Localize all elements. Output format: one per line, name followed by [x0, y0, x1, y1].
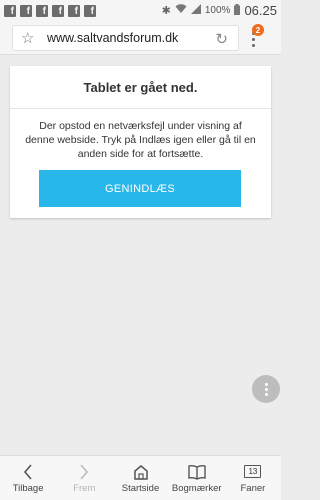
- facebook-icon: f: [36, 4, 48, 17]
- nav-forward[interactable]: Frem: [56, 456, 112, 500]
- bottom-nav: Tilbage Frem Startside Bogmærker 13 Fane…: [0, 455, 281, 500]
- floating-more-button[interactable]: [252, 375, 280, 403]
- facebook-icon: f: [68, 4, 80, 17]
- address-field[interactable]: ☆ www.saltvandsforum.dk ↻: [12, 25, 239, 51]
- book-icon: [188, 463, 206, 481]
- nav-bookmarks[interactable]: Bogmærker: [169, 456, 225, 500]
- reload-button[interactable]: GENINDLÆS: [39, 170, 241, 207]
- menu-badge: 2: [252, 24, 264, 36]
- nav-back[interactable]: Tilbage: [0, 456, 56, 500]
- bluetooth-icon: ✱: [161, 5, 171, 17]
- star-icon[interactable]: ☆: [21, 29, 37, 47]
- nav-tabs[interactable]: 13 Faner: [225, 456, 281, 500]
- facebook-icon: f: [84, 4, 96, 17]
- signal-icon: [190, 4, 201, 17]
- nav-forward-label: Frem: [73, 482, 96, 494]
- reload-icon[interactable]: ↻: [215, 30, 228, 48]
- url-text[interactable]: www.saltvandsforum.dk: [47, 31, 178, 45]
- facebook-icon: f: [4, 4, 16, 17]
- nav-back-label: Tilbage: [12, 482, 44, 494]
- nav-tabs-label: Faner: [240, 482, 266, 494]
- chevron-left-icon: [23, 463, 33, 481]
- notification-icons: f f f f f f: [4, 4, 96, 17]
- error-card: Tablet er gået ned. Der opstod en netvær…: [10, 66, 271, 218]
- menu-button[interactable]: 2: [246, 24, 270, 51]
- battery-percent: 100%: [204, 5, 231, 16]
- facebook-icon: f: [20, 4, 32, 17]
- battery-icon: [234, 3, 241, 18]
- status-bar: f f f f f f ✱ 100% 06.25: [0, 0, 281, 21]
- nav-home-label: Startside: [121, 482, 160, 494]
- home-icon: [133, 463, 149, 481]
- wifi-icon: [175, 4, 187, 17]
- chevron-right-icon: [79, 463, 89, 481]
- facebook-icon: f: [52, 4, 64, 17]
- browser-toolbar: ☆ www.saltvandsforum.dk ↻ 2: [0, 21, 281, 55]
- error-message: Der opstod en netværksfejl under visning…: [25, 120, 256, 160]
- nav-home[interactable]: Startside: [112, 456, 168, 500]
- nav-bookmarks-label: Bogmærker: [171, 482, 222, 494]
- tabs-count-icon: 13: [244, 465, 262, 478]
- error-title: Tablet er gået ned.: [10, 66, 271, 109]
- clock: 06.25: [244, 3, 277, 18]
